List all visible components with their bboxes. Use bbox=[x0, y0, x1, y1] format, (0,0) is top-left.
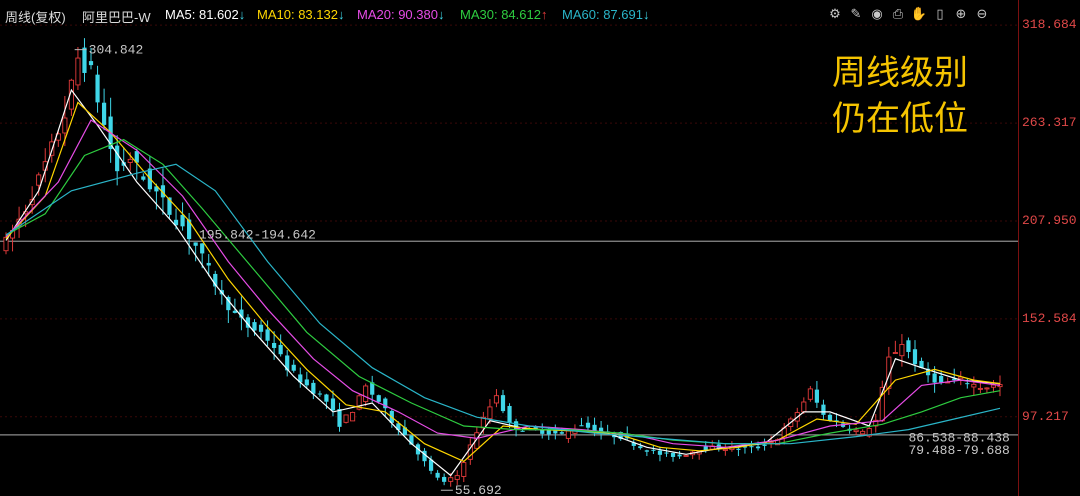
candle-body-89 bbox=[585, 422, 591, 428]
candle-body-74 bbox=[487, 406, 493, 420]
candle-body-137 bbox=[899, 344, 905, 357]
candle-body-97 bbox=[638, 446, 643, 449]
candle-body-55 bbox=[363, 385, 369, 403]
annotation-label-4: 79.488-79.688 bbox=[908, 443, 1009, 458]
price-tick-2: 207.950 bbox=[1022, 212, 1077, 228]
candle-body-17 bbox=[115, 145, 120, 172]
price-tick-1: 263.317 bbox=[1022, 115, 1077, 131]
candle-body-29 bbox=[193, 242, 198, 246]
candle-body-12 bbox=[82, 47, 87, 73]
candle-body-116 bbox=[762, 444, 767, 446]
candle-body-38 bbox=[252, 322, 257, 331]
candle-body-53 bbox=[350, 411, 356, 422]
candle-body-41 bbox=[272, 342, 277, 348]
candle-body-70 bbox=[461, 462, 467, 477]
candle-body-122 bbox=[801, 401, 807, 413]
candle-body-69 bbox=[454, 475, 460, 480]
candle-body-52 bbox=[343, 414, 349, 423]
candle-body-66 bbox=[435, 472, 440, 478]
candle-body-101 bbox=[664, 452, 669, 454]
candle-body-126 bbox=[827, 414, 833, 421]
candle-body-88 bbox=[579, 425, 584, 427]
candle-body-76 bbox=[500, 395, 506, 412]
candle-body-67 bbox=[442, 476, 447, 482]
candle-body-77 bbox=[507, 405, 512, 423]
candle-body-124 bbox=[814, 389, 819, 403]
candle-body-138 bbox=[906, 340, 911, 352]
candle-body-136 bbox=[892, 352, 898, 354]
candle-body-68 bbox=[448, 477, 454, 482]
candle-body-39 bbox=[258, 324, 264, 332]
candle-body-48 bbox=[317, 393, 322, 395]
candle-body-125 bbox=[821, 404, 826, 415]
candle-body-40 bbox=[265, 329, 270, 341]
candle-body-30 bbox=[200, 243, 205, 254]
candle-body-142 bbox=[932, 373, 937, 383]
candle-body-9 bbox=[62, 117, 68, 134]
chart-note: 周线级别 仍在低位 bbox=[832, 50, 968, 142]
candle-body-57 bbox=[376, 395, 381, 402]
annotation-label-1: 195.842-194.642 bbox=[199, 227, 316, 242]
candle-body-46 bbox=[304, 379, 309, 386]
price-tick-4: 97.217 bbox=[1022, 408, 1069, 424]
candle-body-149 bbox=[977, 387, 983, 390]
candle-body-99 bbox=[651, 449, 656, 451]
candle-body-86 bbox=[565, 430, 571, 439]
annotation-label-0: 304.842 bbox=[89, 43, 144, 58]
candle-body-50 bbox=[330, 398, 336, 411]
note-line-2: 仍在低位 bbox=[832, 99, 968, 139]
candle-body-13 bbox=[88, 61, 94, 66]
candle-body-102 bbox=[670, 452, 676, 457]
candle-body-112 bbox=[736, 448, 741, 450]
price-tick-0: 318.684 bbox=[1022, 17, 1077, 33]
candle-body-130 bbox=[853, 429, 859, 433]
price-axis-divider bbox=[1018, 0, 1019, 496]
candle-body-98 bbox=[644, 450, 649, 452]
candle-body-123 bbox=[807, 388, 813, 400]
candle-body-103 bbox=[677, 454, 682, 457]
candle-body-147 bbox=[965, 383, 970, 385]
candle-body-150 bbox=[984, 387, 990, 390]
note-line-1: 周线级别 bbox=[832, 53, 968, 93]
candle-body-5 bbox=[36, 174, 42, 186]
candle-body-110 bbox=[722, 448, 728, 451]
price-tick-3: 152.584 bbox=[1022, 310, 1077, 326]
candle-body-19 bbox=[127, 158, 133, 163]
annotation-label-2: 55.692 bbox=[455, 483, 502, 496]
candle-body-21 bbox=[141, 176, 146, 180]
candle-body-115 bbox=[755, 446, 761, 449]
candle-body-148 bbox=[971, 383, 977, 388]
candle-body-27 bbox=[180, 214, 185, 227]
candle-body-14 bbox=[95, 74, 100, 103]
candle-body-75 bbox=[493, 395, 500, 404]
candle-body-51 bbox=[337, 409, 342, 427]
candle-body-79 bbox=[520, 430, 525, 432]
candle-body-139 bbox=[912, 349, 918, 365]
candle-body-85 bbox=[559, 432, 564, 434]
candle-body-15 bbox=[101, 102, 107, 125]
candle-body-114 bbox=[749, 446, 754, 448]
candle-body-82 bbox=[540, 429, 545, 434]
candle-body-49 bbox=[324, 394, 329, 402]
candle-body-42 bbox=[278, 344, 283, 355]
candle-body-44 bbox=[291, 364, 296, 371]
candle-body-104 bbox=[683, 454, 689, 457]
candle-body-100 bbox=[657, 450, 663, 455]
candle-body-131 bbox=[860, 430, 866, 435]
ma5-line bbox=[5, 88, 1001, 477]
candle-body-151 bbox=[990, 384, 997, 388]
candle-body-11 bbox=[75, 57, 81, 86]
candle-body-31 bbox=[206, 262, 211, 266]
candle-body-143 bbox=[939, 375, 944, 383]
